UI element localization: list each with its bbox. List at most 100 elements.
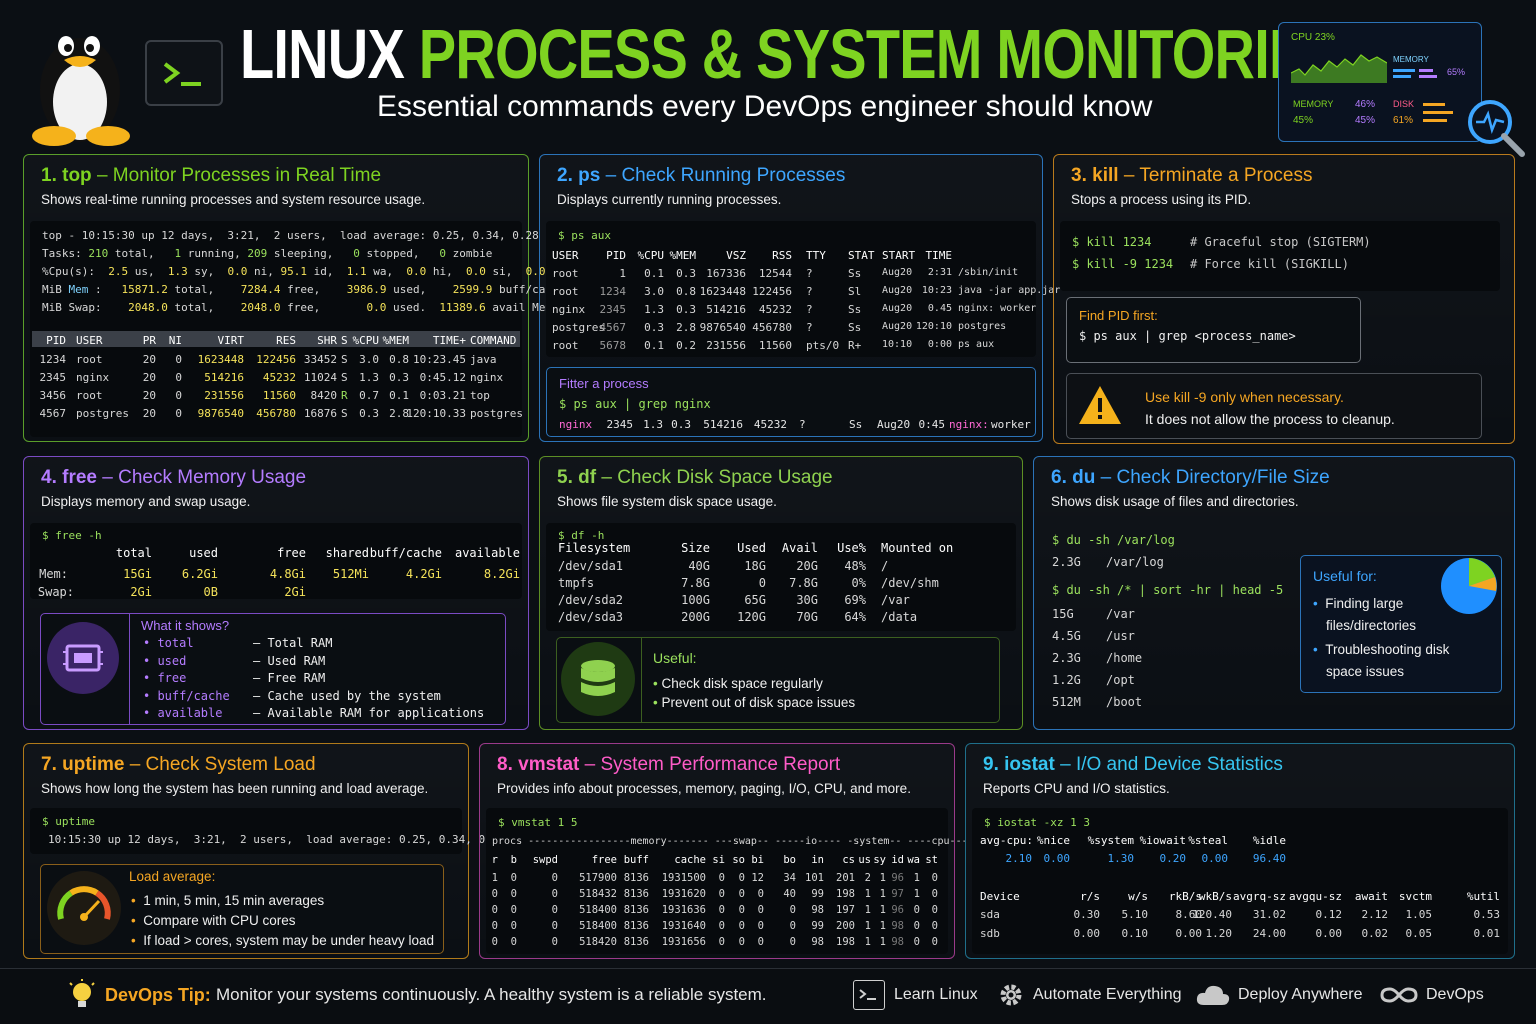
table-row-cell: 31.02 <box>1252 908 1286 921</box>
table-row-cell: 1931500 <box>661 872 706 884</box>
table-header-cell: COMMAND <box>470 334 517 347</box>
table-header-cell: PID <box>606 249 626 262</box>
table-row-cell: 45232 <box>758 303 792 316</box>
table-row-cell: 98 <box>811 936 824 948</box>
table-row-cell: Ss <box>849 418 863 431</box>
footer-item-learn-linux[interactable]: Learn Linux <box>894 986 978 1004</box>
table-row-cell: 10:23.45 <box>413 353 466 366</box>
table-row-cell: 456780 <box>256 407 296 420</box>
dash-memory-c: 46% <box>1355 99 1376 110</box>
table-row-cell: 456780 <box>752 321 792 334</box>
du-useful-item: • Troubleshooting disk <box>1313 642 1450 657</box>
table-row-cell: Aug20 <box>877 418 911 431</box>
panel-vmstat: 8. vmstat – System Performance Report Pr… <box>479 743 968 959</box>
vmstat-cmd: $ vmstat 1 5 <box>498 816 578 829</box>
table-row-cell: 0 <box>491 920 498 932</box>
magnifier-icon <box>1462 94 1526 158</box>
table-row-cell: 98 <box>811 904 824 916</box>
table-row-cell: 122456 <box>752 285 792 298</box>
table-row-cell: 98 <box>891 936 904 948</box>
table-row-cell: 2.12 <box>1361 908 1389 921</box>
table-row-cell: Aug20 <box>882 285 913 296</box>
table-header-cell: %MEM <box>382 334 410 347</box>
table-row-cell: 69% <box>844 593 866 607</box>
footer-item-devops[interactable]: DevOps <box>1426 986 1484 1004</box>
table-header-cell: Device <box>980 890 1020 903</box>
what-value: – Total RAM <box>253 636 333 650</box>
table-row-cell: 9876540 <box>197 407 244 420</box>
top-summary-2: Tasks: 210 total, 1 running, 209 sleepin… <box>42 247 493 260</box>
kill-find-label: Find PID first: <box>1079 308 1158 323</box>
dash-disk-label: DISK <box>1393 99 1415 109</box>
table-header-cell: %MEM <box>669 249 697 262</box>
table-row-cell: 0.3 <box>389 371 409 384</box>
table-row-cell: 15G <box>1052 607 1074 621</box>
table-row-cell: /home <box>1106 651 1143 665</box>
table-row-cell: 0.20 <box>1159 852 1187 865</box>
du-useful-1: Finding large <box>1325 596 1404 611</box>
table-row-cell: 1 <box>879 936 886 948</box>
footer-tip-label: DevOps Tip: <box>105 985 211 1005</box>
table-row-cell: 0 <box>931 904 938 916</box>
table-header-cell: SHR <box>317 334 337 347</box>
footer-item-deploy[interactable]: Deploy Anywhere <box>1238 986 1363 1004</box>
table-header-cell: S <box>341 334 348 347</box>
table-header-cell: available <box>454 546 520 560</box>
table-row-cell: 0 <box>718 920 725 932</box>
table-row-cell: ? <box>806 303 813 316</box>
what-key: • total <box>143 636 194 650</box>
table-header-cell: %system <box>1087 834 1134 847</box>
top-summary-4: MiB Mem : 15871.2 total, 7284.4 free, 39… <box>42 283 566 296</box>
table-row-cell: 0 <box>758 576 766 590</box>
uptime-load-box: Load average: • 1 min, 5 min, 15 min ave… <box>40 864 444 954</box>
table-row-cell: 0.3 <box>676 267 696 280</box>
du-cmd-1: $ du -sh /var/log <box>1052 533 1175 547</box>
table-header-cell: TTY <box>806 249 826 262</box>
page-subtitle: Essential commands every DevOps engineer… <box>377 90 1153 123</box>
df-useful-item: • Check disk space regularly <box>653 676 823 691</box>
table-row-cell: ? <box>806 267 813 280</box>
table-row-cell: 0.00 <box>1315 927 1343 940</box>
df-terminal: $ df -h Filesystem Size Used Avail Use% Mount… <box>546 523 1016 631</box>
table-row-cell: 2345 <box>606 418 634 431</box>
table-row-cell: 0 <box>931 920 938 932</box>
table-header-cell: svctm <box>1398 890 1432 903</box>
panel-uptime-title: 7. uptime – Check System Load <box>41 754 316 776</box>
panel-free-title: 4. free – Check Memory Usage <box>41 467 306 489</box>
table-header-cell: %idle <box>1252 834 1286 847</box>
table-row-cell: 0.00 <box>1175 927 1203 940</box>
du-title-text: – Check Directory/File Size <box>1100 467 1330 488</box>
table-row-cell: Ss <box>848 321 862 334</box>
top-terminal: top - 10:15:30 up 12 days, 3:21, 2 users… <box>30 221 565 437</box>
ps-filter-cmd: $ ps aux | grep nginx <box>559 397 711 411</box>
uptime-load-title: Load average: <box>129 869 216 884</box>
table-row-cell: 512M <box>1052 695 1081 709</box>
kill-cmd-2: $ kill -9 1234 <box>1072 257 1174 271</box>
table-row-cell: Swap: <box>37 585 74 599</box>
uptime-desc: Shows how long the system has been runni… <box>41 781 429 796</box>
panel-top-title: 1. top – Monitor Processes in Real Time <box>41 165 381 187</box>
table-row-cell: 1.2G <box>1052 673 1081 687</box>
table-header-cell: free <box>591 854 617 866</box>
footer-item-automate[interactable]: Automate Everything <box>1033 986 1182 1004</box>
table-row-cell: 1 <box>619 267 626 280</box>
free-num: 4. free <box>41 467 97 488</box>
kill-find-box: Find PID first: $ ps aux | grep <process… <box>1066 297 1361 363</box>
table-row-cell: 0 <box>931 872 938 884</box>
du-out-size: 2.3G <box>1052 555 1081 569</box>
table-row-cell: 65G <box>744 593 766 607</box>
table-row-cell: sda <box>980 908 1000 921</box>
table-row-cell: Ss <box>848 267 862 280</box>
table-row-cell: 11024 <box>303 371 337 384</box>
table-row-cell: 8420 <box>310 389 338 402</box>
table-row-cell: root <box>76 353 103 366</box>
top-num: 1. top <box>41 165 92 186</box>
table-row-cell: 1 <box>491 872 498 884</box>
table-row-cell: 514216 <box>204 371 244 384</box>
table-row-cell: 0 <box>931 888 938 900</box>
table-row-cell: 0 <box>718 904 725 916</box>
table-row-cell: 1.30 <box>1107 852 1135 865</box>
table-row-cell: 0 <box>175 371 182 384</box>
table-row-cell: / <box>881 559 889 573</box>
table-row-cell: 8136 <box>623 920 649 932</box>
